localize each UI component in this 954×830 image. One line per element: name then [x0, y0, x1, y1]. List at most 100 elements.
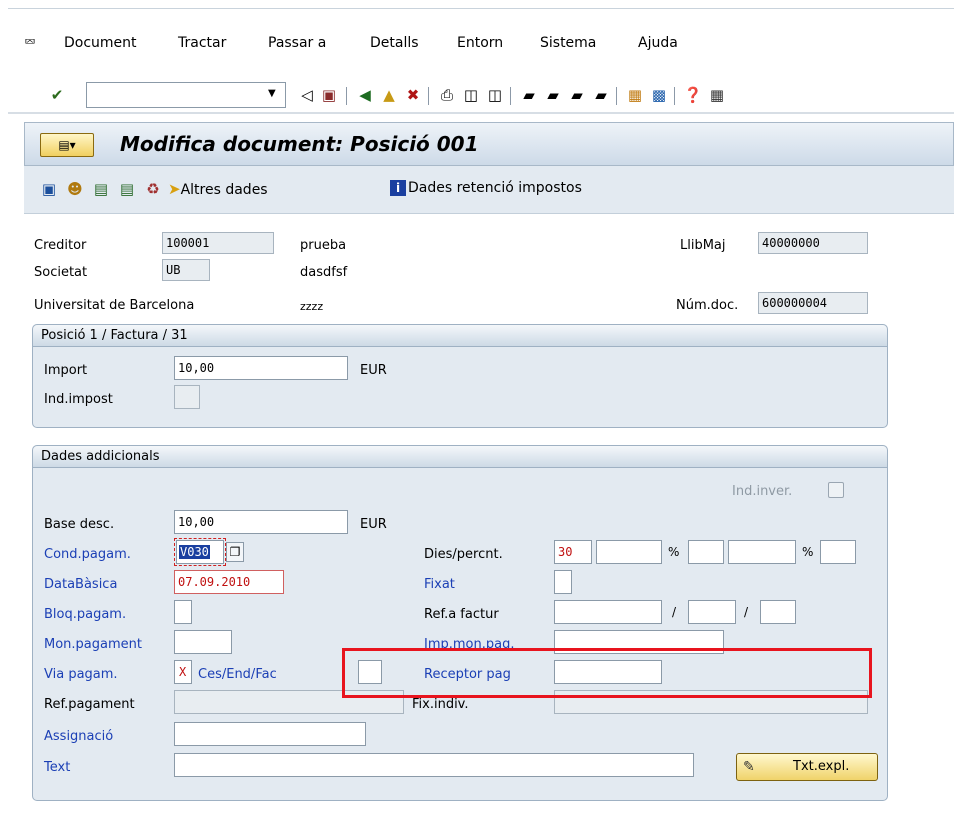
toolbar-separator	[346, 87, 347, 105]
numdoc-field[interactable]: 600000004	[758, 292, 868, 314]
ref-label: Ref.pagament	[44, 697, 135, 712]
display-change-icon[interactable]: ▣	[40, 180, 58, 198]
find-icon[interactable]: ◫	[462, 86, 480, 104]
data-label[interactable]: DataBàsica	[44, 577, 117, 593]
exit-icon[interactable]: ▲	[380, 86, 398, 104]
dies-field-1[interactable]: 30	[554, 540, 592, 564]
societat-name: dasdfsf	[300, 265, 348, 280]
menu-entorn[interactable]: Entorn	[457, 35, 503, 51]
altres-dades-button[interactable]: ➤Altres dades	[168, 180, 268, 198]
first-page-icon[interactable]: ▰	[520, 86, 538, 104]
data-field[interactable]: 07.09.2010	[174, 570, 284, 594]
toolbar-separator	[428, 87, 429, 105]
help-icon[interactable]: ❓	[684, 86, 703, 104]
info-icon: i	[390, 180, 406, 196]
find-next-icon[interactable]: ◫	[486, 86, 504, 104]
assig-label[interactable]: Assignació	[44, 729, 113, 745]
via-field[interactable]: X	[174, 660, 192, 684]
reffactur-field-2[interactable]	[688, 600, 736, 624]
toolbar-separator	[510, 87, 511, 105]
toolbar-separator	[674, 87, 675, 105]
doc-header-icon[interactable]: ▤	[118, 180, 136, 198]
next-page-icon[interactable]: ▰	[568, 86, 586, 104]
dies-field-2[interactable]	[596, 540, 662, 564]
posicio-group: Posició 1 / Factura / 31	[32, 324, 888, 428]
dies-field-5[interactable]	[820, 540, 856, 564]
cond-field[interactable]: V030	[176, 540, 224, 564]
llibmaj-field[interactable]: 40000000	[758, 232, 868, 254]
reffactur-field-3[interactable]	[760, 600, 796, 624]
chevron-down-icon[interactable]: ▼	[268, 88, 276, 99]
reffactur-field-1[interactable]	[554, 600, 662, 624]
posicio-group-title: Posició 1 / Factura / 31	[33, 325, 887, 347]
menu-tractar-label: Tractar	[178, 35, 227, 51]
mon-label[interactable]: Mon.pagament	[44, 637, 142, 653]
doc-overview-icon[interactable]: ▤	[92, 180, 110, 198]
reffactur-label: Ref.a factur	[424, 607, 499, 622]
screen-menu-button[interactable]: ▤▾	[40, 133, 94, 157]
menu-icon[interactable]: ⮹	[24, 33, 36, 51]
dades-addicionals-title: Dades addicionals	[33, 446, 887, 468]
print-icon[interactable]: ⎙	[438, 86, 456, 104]
indimpost-label: Ind.impost	[44, 392, 113, 407]
pct-sign-1: %	[668, 545, 680, 559]
text-label[interactable]: Text	[44, 760, 70, 776]
txtexpl-button[interactable]: ✎ Txt.expl.	[736, 753, 878, 781]
menu-tractar[interactable]: Tractar	[178, 35, 226, 51]
societat-field[interactable]: UB	[162, 259, 210, 281]
menu-entorn-label: Entorn	[457, 35, 504, 51]
fixat-field[interactable]	[554, 570, 572, 594]
menu-ajuda-label: Ajuda	[638, 35, 678, 51]
back-arrow-icon[interactable]: ◁	[298, 86, 316, 104]
base-field[interactable]: 10,00	[174, 510, 348, 534]
numdoc-label: Núm.doc.	[676, 298, 739, 313]
text-field[interactable]	[174, 753, 694, 777]
save-icon[interactable]: ▣	[320, 86, 338, 104]
toolbar-separator	[616, 87, 617, 105]
menu-detalls[interactable]: Detalls	[370, 35, 419, 51]
menu-ajuda[interactable]: Ajuda	[638, 35, 678, 51]
back-icon[interactable]: ◀	[356, 86, 374, 104]
bloq-field[interactable]	[174, 600, 192, 624]
command-field[interactable]	[86, 82, 286, 108]
dies-label: Dies/percnt.	[424, 547, 503, 562]
mon-field[interactable]	[174, 630, 232, 654]
menu-document-label: Document	[64, 35, 137, 51]
company-city: zzzz	[300, 300, 324, 313]
fixat-label[interactable]: Fixat	[424, 577, 455, 593]
new-session-icon[interactable]: ▦	[626, 86, 644, 104]
vendor-icon[interactable]: ☻	[66, 180, 84, 198]
f4-help-icon[interactable]: ❐	[226, 542, 244, 562]
base-currency: EUR	[360, 517, 387, 532]
indimpost-field[interactable]	[174, 385, 200, 409]
edit-text-icon: ✎	[743, 759, 755, 775]
cancel-icon[interactable]: ✖	[404, 86, 422, 104]
menu-document[interactable]: Document	[64, 35, 137, 51]
indinver-checkbox[interactable]	[828, 482, 844, 498]
import-field[interactable]: 10,00	[174, 356, 348, 380]
base-label: Base desc.	[44, 517, 115, 532]
via-label[interactable]: Via pagam.	[44, 667, 118, 683]
slash-2: /	[744, 605, 749, 619]
bloq-label[interactable]: Bloq.pagam.	[44, 607, 126, 623]
menu-passar-label: Passar a	[268, 35, 327, 51]
shortcut-icon[interactable]: ▩	[650, 86, 668, 104]
creditor-field[interactable]: 100001	[162, 232, 274, 254]
retencio-button[interactable]: i Dades retenció impostos	[390, 180, 582, 196]
dies-field-4[interactable]	[728, 540, 796, 564]
pct-sign-2: %	[802, 545, 814, 559]
prev-page-icon[interactable]: ▰	[544, 86, 562, 104]
import-currency: EUR	[360, 363, 387, 378]
last-page-icon[interactable]: ▰	[592, 86, 610, 104]
print-doc-icon[interactable]: ♻	[144, 180, 162, 198]
cond-label[interactable]: Cond.pagam.	[44, 547, 131, 563]
enter-icon[interactable]: ✔	[48, 86, 66, 104]
menu-passar[interactable]: Passar a	[268, 35, 326, 51]
assig-field[interactable]	[174, 722, 366, 746]
menu-sistema[interactable]: Sistema	[540, 35, 596, 51]
dies-field-3[interactable]	[688, 540, 724, 564]
fixindiv-label: Fix.indiv.	[412, 697, 469, 712]
toolbar-divider	[8, 112, 954, 114]
import-label: Import	[44, 363, 88, 378]
layout-menu-icon[interactable]: ▦	[708, 86, 726, 104]
